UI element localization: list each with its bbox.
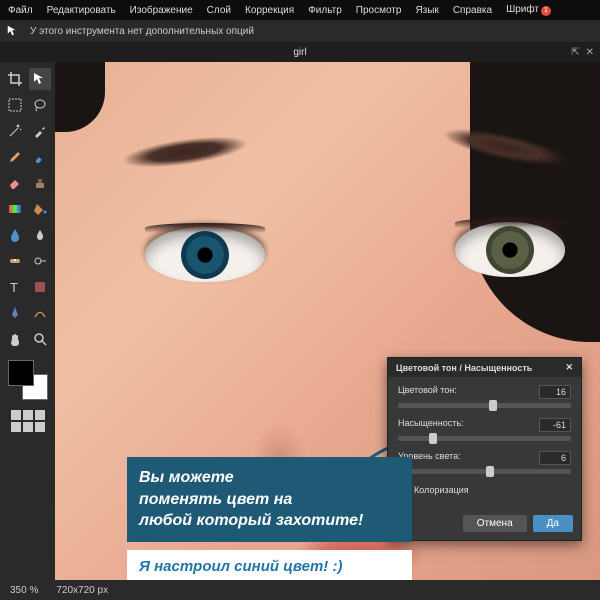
- panel-close-icon[interactable]: ✕: [565, 362, 573, 373]
- foreground-color-swatch[interactable]: [8, 360, 34, 386]
- colorize-label: Колоризация: [414, 485, 469, 495]
- menu-layer[interactable]: Слой: [207, 5, 231, 16]
- hue-saturation-panel: Цветовой тон / Насыщенность ✕ Цветовой т…: [387, 357, 582, 541]
- menu-view[interactable]: Просмотр: [356, 5, 402, 16]
- smudge-tool[interactable]: [29, 224, 51, 246]
- tool-palette: T: [0, 62, 55, 600]
- svg-text:T: T: [10, 280, 18, 295]
- font-badge-icon: 1: [541, 6, 551, 16]
- pen-tool[interactable]: [4, 302, 26, 324]
- status-bar: 350 % 720x720 px: [0, 580, 600, 600]
- options-message: У этого инструмента нет дополнительных о…: [30, 26, 254, 37]
- document-titlebar: girl ⇱ ✕: [0, 42, 600, 62]
- canvas[interactable]: Цветовой тон / Насыщенность ✕ Цветовой т…: [55, 62, 600, 600]
- color-swatches[interactable]: [8, 360, 48, 400]
- move-tool[interactable]: [29, 68, 51, 90]
- zoom-tool[interactable]: [29, 328, 51, 350]
- pencil-tool[interactable]: [4, 146, 26, 168]
- hue-value[interactable]: 16: [539, 385, 571, 399]
- lightness-value[interactable]: 6: [539, 451, 571, 465]
- panel-title-text: Цветовой тон / Насыщенность: [396, 363, 532, 373]
- menu-file[interactable]: Файл: [8, 5, 33, 16]
- ok-button[interactable]: Да: [533, 515, 573, 532]
- thumbnail-grid-icon[interactable]: [11, 410, 45, 432]
- panel-titlebar[interactable]: Цветовой тон / Насыщенность ✕: [388, 358, 581, 377]
- move-tool-icon: [6, 24, 20, 38]
- eraser-tool[interactable]: [4, 172, 26, 194]
- hue-label: Цветовой тон:: [398, 385, 457, 399]
- saturation-slider[interactable]: [398, 436, 571, 441]
- menu-bar: Файл Редактировать Изображение Слой Корр…: [0, 0, 600, 20]
- menu-correction[interactable]: Коррекция: [245, 5, 294, 16]
- marquee-tool[interactable]: [4, 94, 26, 116]
- lasso-tool[interactable]: [29, 94, 51, 116]
- zoom-level[interactable]: 350 %: [10, 585, 38, 596]
- heal-tool[interactable]: [4, 250, 26, 272]
- saturation-value[interactable]: -61: [539, 418, 571, 432]
- menu-image[interactable]: Изображение: [130, 5, 193, 16]
- eyedropper-tool[interactable]: [29, 120, 51, 142]
- canvas-dimensions: 720x720 px: [56, 585, 108, 596]
- menu-help[interactable]: Справка: [453, 5, 492, 16]
- path-tool[interactable]: [29, 302, 51, 324]
- annotation-callout-2: Я настроил синий цвет! :): [127, 550, 412, 583]
- document-title: girl: [293, 47, 306, 58]
- clone-tool[interactable]: [29, 172, 51, 194]
- brush-tool[interactable]: [29, 146, 51, 168]
- lightness-slider[interactable]: [398, 469, 571, 474]
- hue-slider[interactable]: [398, 403, 571, 408]
- colorize-checkbox[interactable]: ✓ Колоризация: [398, 484, 571, 495]
- gradient-tool[interactable]: [4, 198, 26, 220]
- menu-font[interactable]: Шрифт1: [506, 4, 551, 16]
- menu-language[interactable]: Язык: [415, 5, 438, 16]
- blur-tool[interactable]: [4, 224, 26, 246]
- hand-tool[interactable]: [4, 328, 26, 350]
- close-icon[interactable]: ✕: [586, 47, 594, 58]
- menu-filter[interactable]: Фильтр: [308, 5, 342, 16]
- cancel-button[interactable]: Отмена: [463, 515, 527, 532]
- text-tool[interactable]: T: [4, 276, 26, 298]
- dodge-tool[interactable]: [29, 250, 51, 272]
- annotation-callout-1: Вы можете поменять цвет на любой который…: [127, 457, 412, 542]
- menu-edit[interactable]: Редактировать: [47, 5, 116, 16]
- wand-tool[interactable]: [4, 120, 26, 142]
- shape-tool[interactable]: [29, 276, 51, 298]
- unpin-icon[interactable]: ⇱: [571, 47, 579, 58]
- bucket-tool[interactable]: [29, 198, 51, 220]
- saturation-label: Насыщенность:: [398, 418, 464, 432]
- options-bar: У этого инструмента нет дополнительных о…: [0, 20, 600, 42]
- crop-tool[interactable]: [4, 68, 26, 90]
